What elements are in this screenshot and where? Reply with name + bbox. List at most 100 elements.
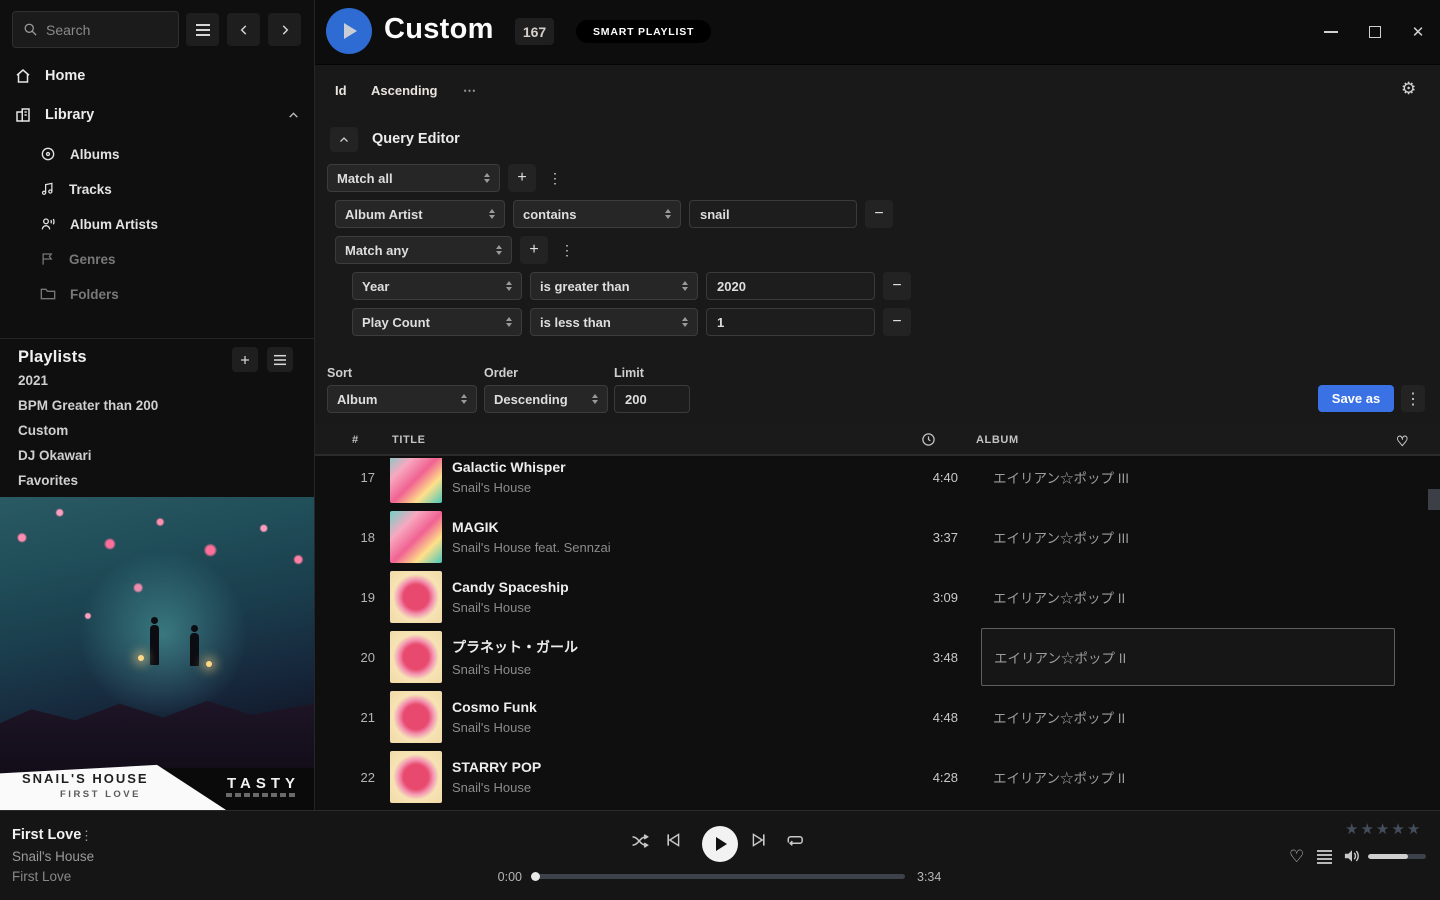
rule-field-select[interactable]: Year <box>352 272 522 300</box>
now-playing-artist[interactable]: Snail's House <box>12 849 94 864</box>
track-album[interactable]: エイリアン☆ポップ III <box>981 508 1395 566</box>
column-header-index[interactable]: # <box>352 434 359 446</box>
volume-slider[interactable] <box>1368 854 1426 859</box>
play-playlist-button[interactable] <box>326 8 372 54</box>
sidebar-item-tracks[interactable]: Tracks <box>40 177 112 201</box>
query-editor-collapse-button[interactable] <box>330 127 358 152</box>
repeat-button[interactable] <box>785 832 803 848</box>
nav-back-button[interactable] <box>227 13 260 46</box>
scrollbar-thumb[interactable] <box>1428 489 1440 510</box>
star-icon[interactable]: ★ <box>1407 820 1420 838</box>
sort-order-button[interactable]: Ascending <box>371 83 437 98</box>
rule-field-select[interactable]: Play Count <box>352 308 522 336</box>
track-album[interactable]: エイリアン☆ポップ II <box>981 628 1395 686</box>
menu-button[interactable] <box>186 13 219 46</box>
sidebar-item-folders[interactable]: Folders <box>40 282 119 306</box>
track-album[interactable]: エイリアン☆ポップ III <box>981 458 1395 506</box>
playlist-item[interactable]: 2021 <box>18 373 48 391</box>
star-icon[interactable]: ★ <box>1391 820 1404 838</box>
next-track-button[interactable] <box>751 832 767 848</box>
window-minimize-button[interactable] <box>1317 22 1345 42</box>
column-header-album[interactable]: ALBUM <box>976 434 1019 446</box>
rule-operator-select[interactable]: is less than <box>530 308 698 336</box>
sort-select[interactable]: Album <box>327 385 477 413</box>
track-artist[interactable]: Snail's House feat. Sennzai <box>452 540 852 555</box>
seek-bar[interactable] <box>535 874 905 879</box>
track-row[interactable]: 22STARRY POPSnail's House4:28エイリアン☆ポップ I… <box>315 747 1440 807</box>
shuffle-button[interactable] <box>630 832 650 850</box>
track-title[interactable]: Galactic Whisper <box>452 459 852 475</box>
star-icon[interactable]: ★ <box>1360 820 1373 838</box>
album-art-thumbnail[interactable] <box>390 571 442 623</box>
album-art-thumbnail[interactable] <box>390 691 442 743</box>
sort-field-button[interactable]: Id <box>335 83 347 98</box>
kebab-menu-icon[interactable]: ⋮ <box>80 828 93 844</box>
star-icon[interactable]: ★ <box>1376 820 1389 838</box>
favorite-heart-icon[interactable]: ♡ <box>1289 847 1304 867</box>
remove-rule-button[interactable]: − <box>883 272 911 300</box>
track-album[interactable]: エイリアン☆ポップ II <box>981 688 1395 746</box>
now-playing-album-art[interactable]: SNAIL'S HOUSE FIRST LOVE TASTY <box>0 497 314 810</box>
rule-value-input[interactable] <box>706 308 875 336</box>
track-title[interactable]: STARRY POP <box>452 759 852 775</box>
search-input[interactable] <box>46 22 168 38</box>
limit-input[interactable] <box>614 385 690 413</box>
track-row[interactable]: 20プラネット・ガールSnail's House3:48エイリアン☆ポップ II <box>315 627 1440 687</box>
window-maximize-button[interactable] <box>1361 22 1389 42</box>
previous-track-button[interactable] <box>665 832 681 848</box>
track-artist[interactable]: Snail's House <box>452 662 852 677</box>
track-artist[interactable]: Snail's House <box>452 780 852 795</box>
album-art-thumbnail[interactable] <box>390 458 442 503</box>
column-header-title[interactable]: TITLE <box>392 434 426 446</box>
remove-rule-button[interactable]: − <box>865 200 893 228</box>
track-row[interactable]: 18MAGIKSnail's House feat. Sennzai3:37エイ… <box>315 507 1440 567</box>
playlist-item[interactable]: Custom <box>18 423 68 441</box>
playlist-item[interactable]: Favorites <box>18 473 78 491</box>
match-type-select[interactable]: Match all <box>327 164 500 192</box>
playlist-item[interactable]: DJ Okawari <box>18 448 92 466</box>
seek-handle[interactable] <box>531 872 540 881</box>
album-art-thumbnail[interactable] <box>390 511 442 563</box>
track-artist[interactable]: Snail's House <box>452 480 852 495</box>
remove-rule-button[interactable]: − <box>883 308 911 336</box>
sidebar-item-album-artists[interactable]: Album Artists <box>40 212 158 236</box>
track-album[interactable]: エイリアン☆ポップ II <box>981 568 1395 626</box>
track-album[interactable]: エイリアン☆ポップ II <box>981 748 1395 806</box>
track-row[interactable]: 19Candy SpaceshipSnail's House3:09エイリアン☆… <box>315 567 1440 627</box>
track-title[interactable]: MAGIK <box>452 519 852 535</box>
match-type-select[interactable]: Match any <box>335 236 512 264</box>
track-artist[interactable]: Snail's House <box>452 600 852 615</box>
sidebar-item-genres[interactable]: Genres <box>40 247 116 271</box>
star-icon[interactable]: ★ <box>1345 820 1358 838</box>
chevron-up-icon[interactable] <box>287 109 300 122</box>
sidebar-item-home[interactable]: Home <box>0 63 314 89</box>
rating-stars[interactable]: ★★★★★ <box>1345 820 1420 838</box>
rule-field-select[interactable]: Album Artist <box>335 200 505 228</box>
order-select[interactable]: Descending <box>484 385 608 413</box>
playlist-item[interactable]: BPM Greater than 200 <box>18 398 158 416</box>
add-rule-button[interactable]: + <box>508 164 536 192</box>
track-artist[interactable]: Snail's House <box>452 720 852 735</box>
gear-icon[interactable]: ⚙ <box>1401 79 1416 99</box>
search-box[interactable] <box>12 11 179 48</box>
save-as-button[interactable]: Save as <box>1318 385 1394 412</box>
track-row[interactable]: 21Cosmo FunkSnail's House4:48エイリアン☆ポップ I… <box>315 687 1440 747</box>
heart-icon[interactable]: ♡ <box>1396 433 1409 450</box>
track-title[interactable]: プラネット・ガール <box>452 637 852 657</box>
window-close-button[interactable]: ✕ <box>1404 22 1432 42</box>
kebab-menu-icon[interactable]: ⋮ <box>1401 385 1425 412</box>
album-art-thumbnail[interactable] <box>390 631 442 683</box>
more-options-button[interactable]: ⋯ <box>463 83 476 99</box>
create-playlist-button[interactable] <box>232 347 258 372</box>
track-row[interactable]: 17Galactic WhisperSnail's House4:40エイリアン… <box>315 458 1440 507</box>
now-playing-title[interactable]: First Love <box>12 827 81 843</box>
track-title[interactable]: Cosmo Funk <box>452 699 852 715</box>
rule-operator-select[interactable]: is greater than <box>530 272 698 300</box>
playlist-list-button[interactable] <box>267 347 293 372</box>
kebab-menu-icon[interactable]: ⋮ <box>544 164 566 192</box>
sidebar-item-library[interactable]: Library <box>0 102 314 128</box>
now-playing-album[interactable]: First Love <box>12 869 71 884</box>
rule-operator-select[interactable]: contains <box>513 200 681 228</box>
play-pause-button[interactable] <box>702 826 738 862</box>
queue-icon[interactable] <box>1317 850 1332 864</box>
